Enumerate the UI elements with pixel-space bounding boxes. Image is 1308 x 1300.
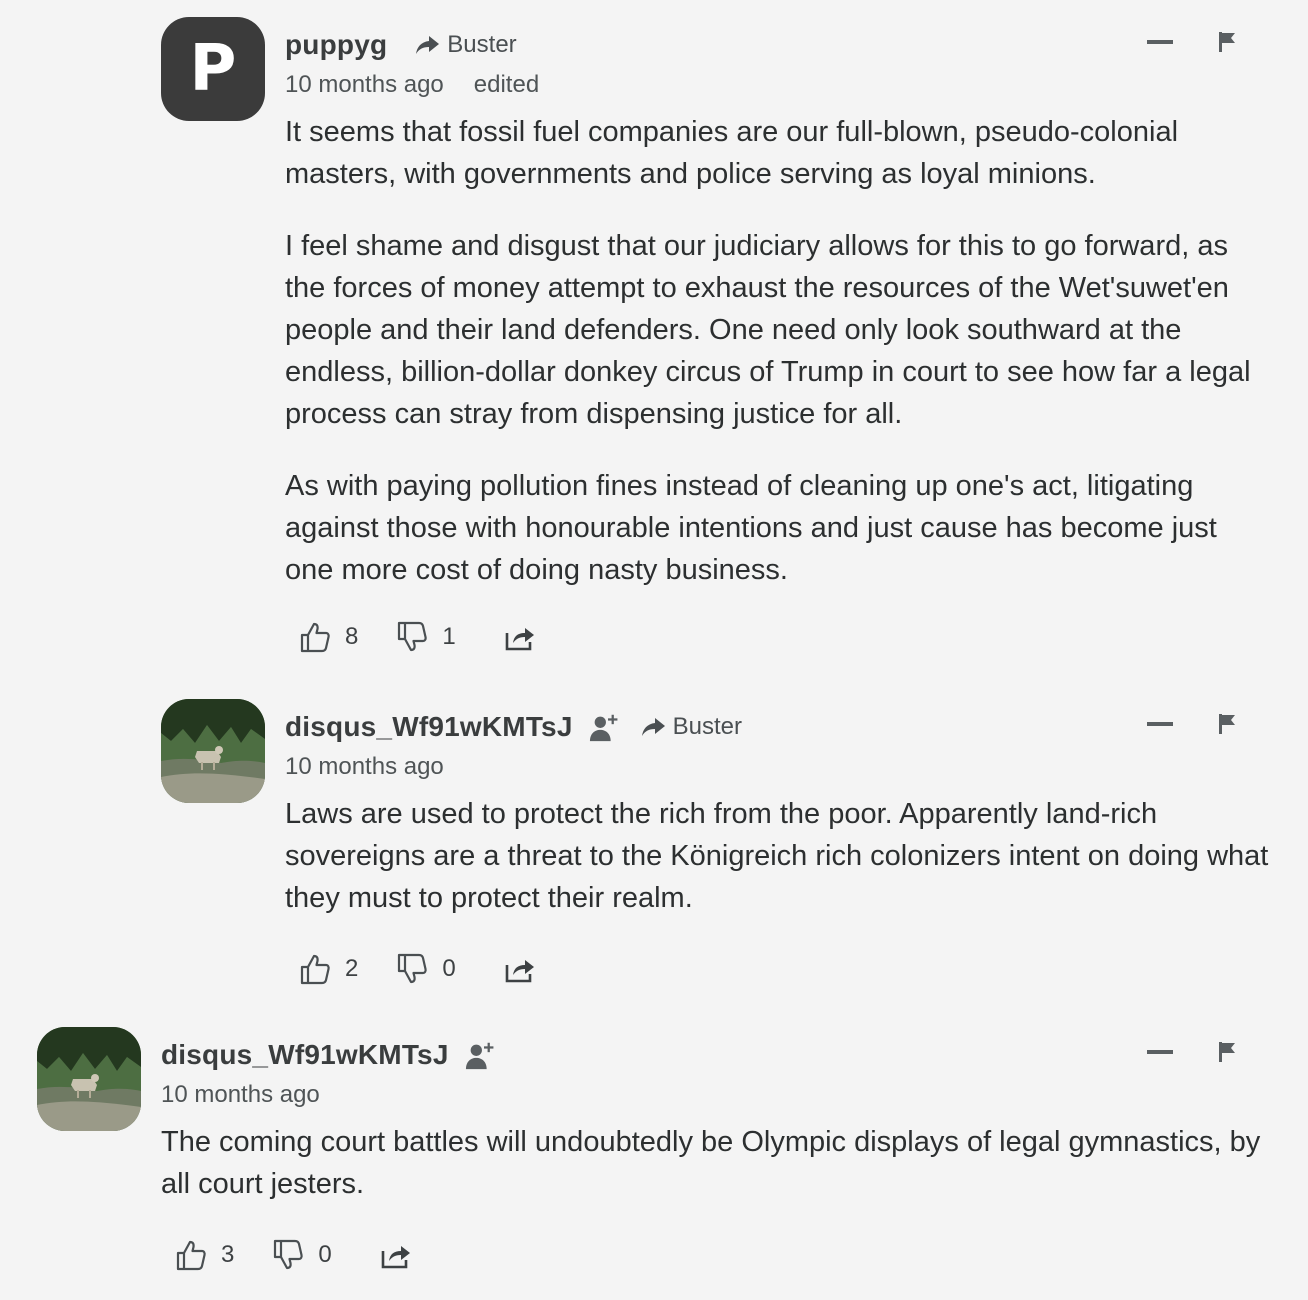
downvote-button[interactable]: 0	[396, 953, 456, 985]
comment-paragraph: It seems that fossil fuel companies are …	[285, 116, 1179, 190]
thumbs-up-icon	[300, 622, 330, 653]
follow-user-icon[interactable]	[589, 711, 621, 743]
reply-to-link[interactable]: Buster	[641, 713, 742, 741]
avatar[interactable]	[37, 1027, 141, 1131]
share-button[interactable]	[504, 955, 536, 983]
thumbs-up-icon	[300, 954, 330, 985]
reply-to-name: Buster	[447, 31, 517, 58]
downvote-count: 1	[442, 623, 456, 650]
comment-paragraph: The coming court battles will undoubtedl…	[161, 1126, 1261, 1200]
comment-author[interactable]: puppyg	[285, 29, 387, 61]
comment-text: Laws are used to protect the rich from t…	[285, 793, 1271, 919]
comment-timestamp[interactable]: 10 months ago	[285, 753, 444, 780]
collapse-icon[interactable]	[1147, 1050, 1173, 1054]
downvote-count: 0	[318, 1241, 332, 1268]
downvote-button[interactable]: 0	[272, 1239, 332, 1271]
flag-icon[interactable]	[1217, 31, 1237, 53]
comment-text: It seems that fossil fuel companies are …	[285, 111, 1271, 591]
comment-text: The coming court battles will undoubtedl…	[161, 1121, 1271, 1205]
avatar-image	[161, 699, 265, 803]
reply-arrow-icon	[416, 36, 440, 54]
comment-paragraph: I feel shame and disgust that our judici…	[285, 230, 1251, 430]
downvote-count: 0	[442, 955, 456, 982]
upvote-button[interactable]: 2	[299, 953, 358, 985]
share-icon	[505, 960, 534, 983]
comment-paragraph: As with paying pollution fines instead o…	[285, 470, 1217, 586]
avatar-letter: P	[189, 32, 237, 106]
share-button[interactable]	[504, 623, 536, 651]
reply-arrow-icon	[641, 718, 665, 736]
comment-timestamp[interactable]: 10 months ago	[285, 71, 444, 98]
reply-to-link[interactable]: Buster	[415, 31, 517, 59]
avatar-image	[37, 1027, 141, 1131]
thumbs-down-icon	[398, 953, 428, 984]
thumbs-down-icon	[274, 1239, 304, 1270]
follow-user-icon[interactable]	[465, 1039, 497, 1071]
avatar[interactable]	[161, 699, 265, 803]
comment-author[interactable]: disqus_Wf91wKMTsJ	[285, 711, 573, 743]
flag-icon[interactable]	[1217, 1041, 1237, 1063]
comment-paragraph: Laws are used to protect the rich from t…	[285, 798, 1269, 914]
share-button[interactable]	[380, 1241, 412, 1269]
thumbs-up-icon	[176, 1240, 206, 1271]
upvote-count: 2	[345, 955, 359, 982]
upvote-count: 8	[345, 623, 359, 650]
upvote-button[interactable]: 3	[175, 1239, 234, 1271]
flag-icon[interactable]	[1217, 713, 1237, 735]
comment-author[interactable]: disqus_Wf91wKMTsJ	[161, 1039, 449, 1071]
avatar[interactable]: P	[161, 17, 265, 121]
downvote-button[interactable]: 1	[396, 621, 456, 653]
share-icon	[505, 628, 534, 651]
share-icon	[381, 1246, 410, 1269]
reply-to-name: Buster	[672, 713, 742, 740]
upvote-count: 3	[221, 1241, 235, 1268]
upvote-button[interactable]: 8	[299, 621, 358, 653]
collapse-icon[interactable]	[1147, 722, 1173, 726]
edited-label: edited	[473, 71, 540, 98]
collapse-icon[interactable]	[1147, 40, 1173, 44]
thumbs-down-icon	[398, 621, 428, 652]
comment-timestamp[interactable]: 10 months ago	[161, 1081, 320, 1108]
